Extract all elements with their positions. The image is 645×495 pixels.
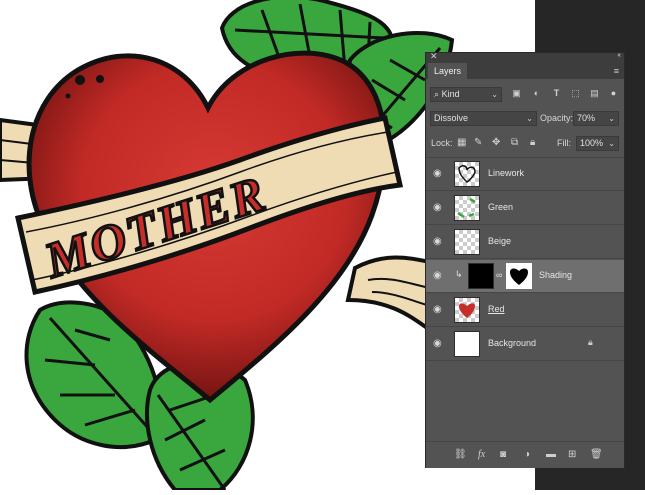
- visibility-eye-icon[interactable]: ◉: [433, 237, 444, 247]
- layer-name: Red: [488, 304, 505, 314]
- layer-name: Beige: [488, 236, 512, 246]
- lock-all-icon[interactable]: 🔒︎: [530, 137, 535, 149]
- lock-artboard-icon[interactable]: ⧉: [511, 137, 518, 149]
- layers-list: ◉ Linework ◉ Green ◉ Beige ◉ ↳ ∞ Shading…: [426, 157, 624, 362]
- layer-thumbnail: [468, 263, 494, 289]
- layer-row-green[interactable]: ◉ Green: [426, 192, 624, 225]
- group-folder-icon[interactable]: ▬: [546, 448, 556, 462]
- trash-icon[interactable]: 🗑︎: [590, 448, 603, 462]
- smart-object-filter-icon[interactable]: ▤: [589, 88, 600, 99]
- type-filter-icon[interactable]: T: [551, 88, 562, 99]
- layer-row-red[interactable]: ◉ Red: [426, 294, 624, 327]
- fx-icon[interactable]: fx: [478, 448, 485, 462]
- image-filter-icon[interactable]: ▣: [511, 88, 522, 99]
- link-layers-icon[interactable]: ⛓: [454, 448, 467, 462]
- lock-position-icon[interactable]: ✥: [492, 137, 500, 149]
- layers-panel: ✕ ‹‹ Layers ≡ ⌕ Kind ⌄ ▣ ◐ T ⬚ ▤ ● Disso…: [425, 51, 625, 468]
- search-icon: ⌕: [434, 89, 440, 99]
- layer-thumbnail: [454, 161, 480, 187]
- blend-mode-select[interactable]: Dissolve ⌄: [430, 111, 537, 126]
- visibility-eye-icon[interactable]: ◉: [433, 271, 444, 281]
- panel-menu-icon[interactable]: ≡: [614, 66, 619, 76]
- clipping-arrow-icon: ↳: [455, 269, 463, 279]
- visibility-eye-icon[interactable]: ◉: [433, 339, 444, 349]
- chevron-down-icon: ⌄: [526, 114, 533, 123]
- layer-thumbnail: [454, 195, 480, 221]
- layer-name: Linework: [488, 168, 525, 178]
- visibility-eye-icon[interactable]: ◉: [433, 203, 444, 213]
- adjustment-filter-icon[interactable]: ◐: [531, 88, 542, 99]
- lock-icon: 🔒︎: [588, 337, 593, 347]
- tab-layers[interactable]: Layers: [428, 63, 468, 79]
- lock-image-icon[interactable]: ✎: [474, 137, 482, 149]
- filter-toggle-icon[interactable]: ●: [608, 88, 619, 99]
- layer-name: Green: [488, 202, 514, 212]
- chevron-down-icon: ⌄: [608, 139, 615, 148]
- layer-thumbnail: [454, 297, 480, 323]
- add-mask-icon[interactable]: ◙: [500, 448, 506, 462]
- fill-value: 100%: [580, 138, 604, 148]
- layer-row-shading[interactable]: ◉ ↳ ∞ Shading: [426, 260, 624, 293]
- close-icon[interactable]: ✕: [430, 51, 438, 62]
- chevron-down-icon: ⌄: [491, 90, 498, 99]
- blend-mode-value: Dissolve: [434, 113, 469, 123]
- filter-kind-select[interactable]: ⌕ Kind ⌄: [430, 87, 502, 102]
- fill-input[interactable]: 100% ⌄: [576, 136, 619, 151]
- adjustment-layer-icon[interactable]: ◑: [524, 448, 530, 462]
- layers-bottom-toolbar: ⛓ fx ◙ ◑ ▬ ⊞ 🗑︎: [426, 441, 624, 468]
- layer-name: Shading: [539, 270, 573, 280]
- visibility-eye-icon[interactable]: ◉: [433, 305, 444, 315]
- layer-name: Background: [488, 338, 537, 348]
- layer-row-background[interactable]: ◉ Background 🔒︎: [426, 328, 624, 361]
- panel-tab-bar: Layers ≡: [426, 63, 624, 79]
- shape-filter-icon[interactable]: ⬚: [570, 88, 581, 99]
- mask-link-icon[interactable]: ∞: [496, 270, 502, 280]
- new-layer-icon[interactable]: ⊞: [568, 448, 576, 462]
- fill-label: Fill:: [557, 138, 571, 148]
- opacity-label: Opacity:: [540, 113, 574, 123]
- opacity-input[interactable]: 70% ⌄: [573, 111, 619, 126]
- layer-row-linework[interactable]: ◉ Linework: [426, 158, 624, 191]
- filter-kind-label: Kind: [441, 89, 460, 99]
- collapse-panel-icon[interactable]: ‹‹: [617, 52, 621, 59]
- visibility-eye-icon[interactable]: ◉: [433, 169, 444, 179]
- chevron-down-icon: ⌄: [608, 114, 615, 123]
- layer-thumbnail: [454, 229, 480, 255]
- panel-title-bar[interactable]: ✕ ‹‹: [426, 51, 624, 63]
- layer-row-beige[interactable]: ◉ Beige: [426, 226, 624, 259]
- opacity-value: 70%: [577, 113, 596, 123]
- lock-label: Lock:: [431, 138, 453, 148]
- lock-transparent-icon[interactable]: ▦: [457, 137, 466, 149]
- layer-thumbnail: [454, 331, 480, 357]
- layer-mask-thumbnail[interactable]: [506, 263, 532, 289]
